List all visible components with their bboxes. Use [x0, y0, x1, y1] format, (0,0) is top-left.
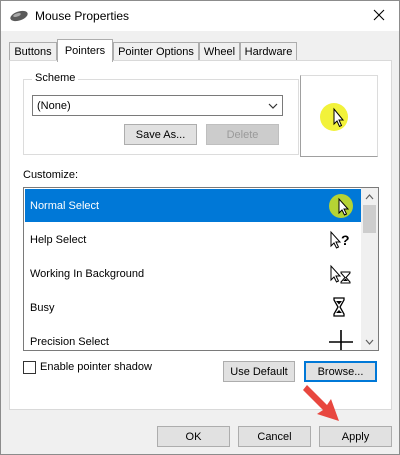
save-as-button[interactable]: Save As... — [124, 124, 197, 145]
list-item-normal-select[interactable]: Normal Select — [25, 189, 362, 222]
scheme-dropdown[interactable]: (None) — [32, 95, 283, 116]
list-item-label: Normal Select — [30, 199, 100, 212]
annotation-arrow-icon — [303, 381, 345, 430]
list-item-label: Busy — [30, 301, 55, 314]
title-bar: Mouse Properties — [1, 1, 399, 31]
use-default-button[interactable]: Use Default — [223, 361, 295, 382]
busy-icon — [328, 295, 354, 321]
scrollbar-thumb[interactable] — [363, 205, 376, 233]
cursor-list[interactable]: Normal Select Help Select ? Working In B… — [23, 187, 379, 351]
normal-select-icon — [328, 193, 354, 219]
delete-button[interactable]: Delete — [206, 124, 279, 145]
browse-button[interactable]: Browse... — [304, 361, 377, 382]
list-item-label: Help Select — [30, 233, 87, 246]
precision-select-icon — [328, 329, 354, 350]
window-title: Mouse Properties — [35, 9, 130, 23]
chevron-down-icon — [365, 336, 374, 348]
pointer-shadow-checkbox[interactable] — [23, 361, 36, 374]
scheme-group: Scheme (None) Save As... Delete — [23, 72, 299, 155]
svg-text:?: ? — [341, 232, 350, 248]
scheme-group-label: Scheme — [32, 72, 79, 84]
list-item-busy[interactable]: Busy — [25, 291, 362, 324]
list-item-label: Working In Background — [30, 267, 145, 280]
list-item-label: Precision Select — [30, 335, 109, 348]
cancel-button[interactable]: Cancel — [238, 426, 311, 447]
chevron-up-icon — [365, 191, 374, 203]
tab-hardware[interactable]: Hardware — [240, 42, 297, 61]
tab-wheel[interactable]: Wheel — [199, 42, 240, 61]
tab-pointers[interactable]: Pointers — [57, 39, 113, 62]
ok-button[interactable]: OK — [157, 426, 230, 447]
mouse-icon — [9, 10, 29, 22]
help-select-icon: ? — [328, 227, 354, 253]
mouse-properties-window: Mouse Properties Buttons Pointers Pointe… — [0, 0, 400, 455]
tab-pointer-options[interactable]: Pointer Options — [113, 42, 199, 61]
list-scrollbar[interactable] — [361, 188, 378, 350]
close-icon — [373, 9, 385, 24]
tab-buttons[interactable]: Buttons — [9, 42, 57, 61]
pointer-preview — [300, 75, 378, 157]
chevron-down-icon — [268, 101, 278, 113]
scroll-up-button[interactable] — [361, 188, 378, 205]
pointer-shadow-label[interactable]: Enable pointer shadow — [40, 361, 152, 373]
close-button[interactable] — [359, 1, 399, 31]
list-item-precision-select[interactable]: Precision Select — [25, 325, 362, 350]
preview-cursor-icon — [320, 103, 348, 131]
working-background-icon — [328, 261, 354, 287]
pointers-panel: Scheme (None) Save As... Delete Customiz… — [9, 60, 392, 410]
scroll-down-button[interactable] — [361, 333, 378, 350]
list-item-working-background[interactable]: Working In Background — [25, 257, 362, 290]
customize-label: Customize: — [23, 169, 79, 181]
scheme-dropdown-value: (None) — [37, 99, 71, 112]
list-item-help-select[interactable]: Help Select ? — [25, 223, 362, 256]
